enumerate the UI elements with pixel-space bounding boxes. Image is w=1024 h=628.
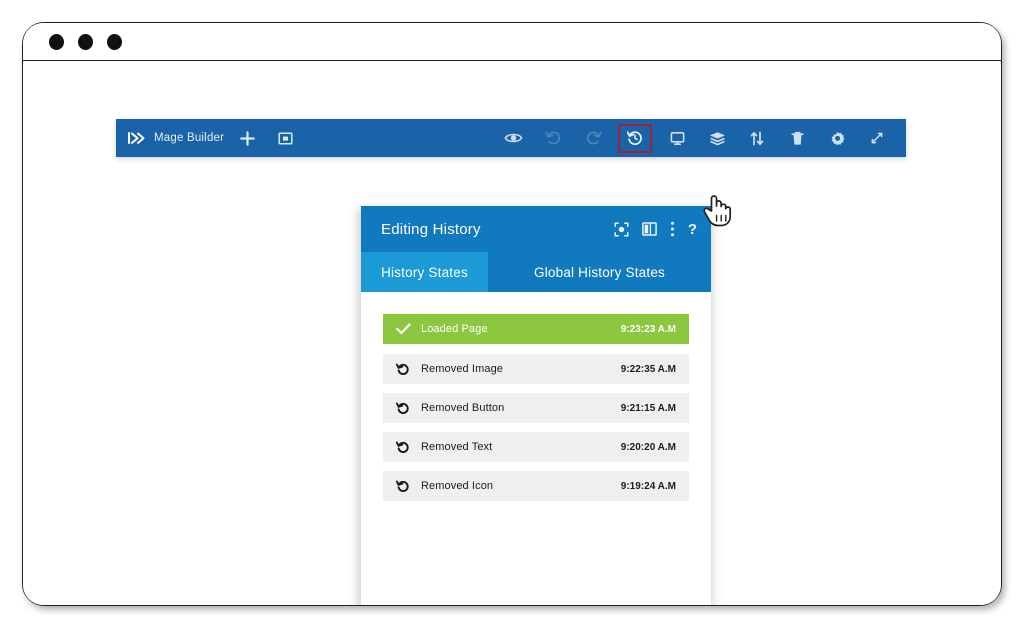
history-row-time: 9:23:23 A.M (620, 323, 676, 335)
history-list: Loaded Page 9:23:23 A.M Removed Image 9:… (361, 292, 711, 605)
tab-global-history-states[interactable]: Global History States (488, 252, 711, 292)
panel-tabs: History States Global History States (361, 252, 711, 292)
eye-icon[interactable] (498, 123, 528, 153)
check-icon (394, 323, 412, 335)
history-row-time: 9:22:35 A.M (620, 363, 676, 375)
redo-icon[interactable] (578, 123, 608, 153)
browser-titlebar (23, 23, 1001, 61)
tab-history-states[interactable]: History States (361, 252, 488, 292)
browser-viewport: Mage Builder Editing History ? History S… (23, 61, 1001, 605)
toolbar-left-group: Mage Builder (116, 123, 300, 153)
panel-header: Editing History ? (361, 206, 711, 252)
frame-icon[interactable] (270, 123, 300, 153)
brand-name: Mage Builder (154, 132, 225, 144)
history-row[interactable]: Removed Button 9:21:15 A.M (383, 393, 689, 423)
layers-icon[interactable] (702, 123, 732, 153)
history-row-label: Removed Icon (421, 480, 494, 492)
undo-arrow-icon (394, 402, 412, 415)
undo-arrow-icon (394, 441, 412, 454)
history-row-label: Loaded Page (421, 323, 488, 335)
browser-window: Mage Builder Editing History ? History S… (22, 22, 1002, 606)
history-row[interactable]: Removed Text 9:20:20 A.M (383, 432, 689, 462)
split-panel-icon[interactable] (641, 222, 657, 236)
gear-icon[interactable] (822, 123, 852, 153)
history-row-label: Removed Text (421, 441, 493, 453)
expand-arrows-icon[interactable] (862, 123, 892, 153)
undo-icon[interactable] (538, 123, 568, 153)
history-row-time: 9:19:24 A.M (620, 480, 676, 492)
history-row-label: Removed Image (421, 363, 504, 375)
history-row-time: 9:20:20 A.M (620, 441, 676, 453)
window-dot-maximize[interactable] (107, 34, 122, 50)
history-row-current[interactable]: Loaded Page 9:23:23 A.M (383, 314, 689, 344)
panel-title: Editing History (381, 220, 481, 238)
editing-history-panel: Editing History ? History States Global … (361, 206, 711, 605)
history-row[interactable]: Removed Image 9:22:35 A.M (383, 354, 689, 384)
undo-arrow-icon (394, 363, 412, 376)
double-chevron-logo-icon (127, 128, 147, 148)
question-mark-icon[interactable]: ? (688, 222, 697, 237)
panel-header-icons: ? (614, 221, 697, 237)
trash-icon[interactable] (782, 123, 812, 153)
app-toolbar: Mage Builder (116, 119, 906, 157)
plus-icon[interactable] (232, 123, 262, 153)
toolbar-right-group (498, 123, 906, 153)
sort-arrows-icon[interactable] (742, 123, 772, 153)
monitor-icon[interactable] (662, 123, 692, 153)
vertical-dots-icon[interactable] (670, 221, 675, 237)
history-row-time: 9:21:15 A.M (620, 402, 676, 414)
history-row[interactable]: Removed Icon 9:19:24 A.M (383, 471, 689, 501)
window-controls (49, 34, 122, 50)
window-dot-minimize[interactable] (78, 34, 93, 50)
history-clock-icon[interactable] (618, 123, 652, 153)
history-row-label: Removed Button (421, 402, 505, 414)
target-focus-icon[interactable] (614, 221, 629, 237)
undo-arrow-icon (394, 480, 412, 493)
window-dot-close[interactable] (49, 34, 64, 50)
